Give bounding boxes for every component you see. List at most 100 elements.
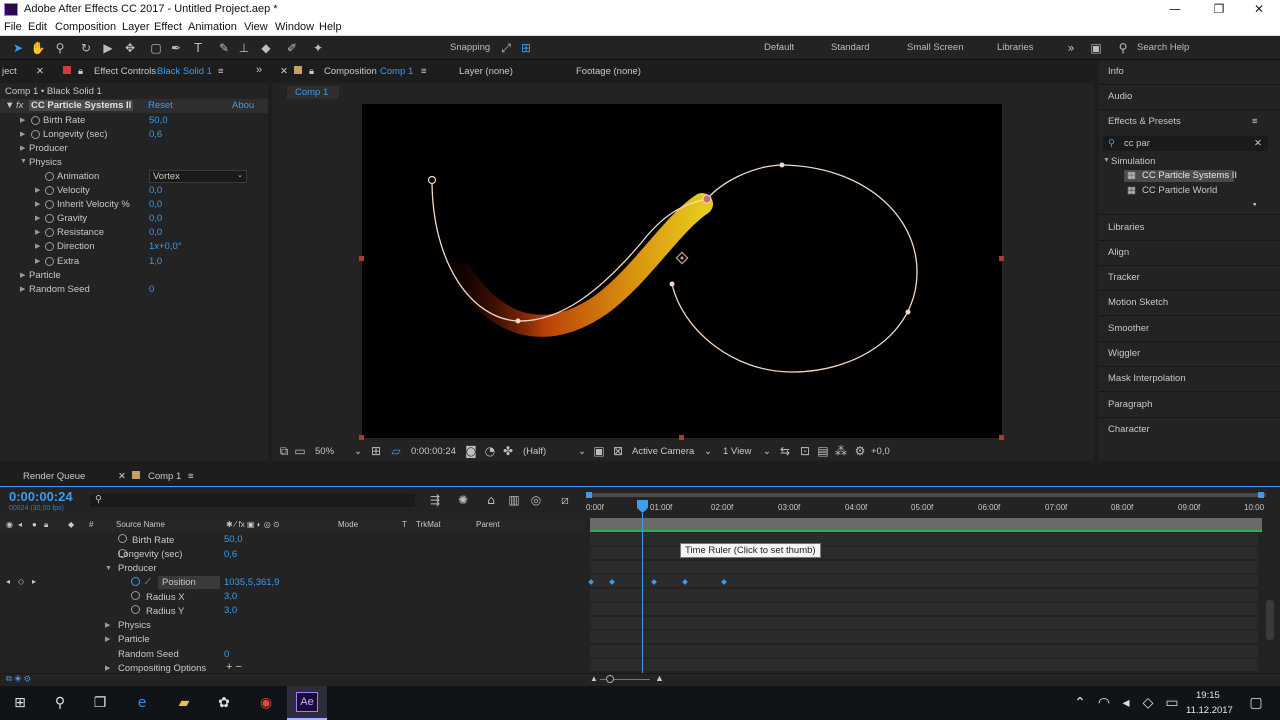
wifi-icon[interactable]: ◠	[1092, 691, 1116, 715]
expand-icon[interactable]: ▶	[20, 144, 25, 152]
stopwatch-icon[interactable]	[45, 227, 54, 237]
menu-effect[interactable]: Effect	[154, 21, 182, 33]
expand-icon[interactable]: ▶	[20, 130, 25, 138]
keyframe-handle[interactable]	[905, 309, 911, 315]
effect-controls-layer-name[interactable]: Black Solid 1	[157, 66, 212, 77]
mask-visibility-icon[interactable]: ▱	[388, 443, 404, 459]
expand-icon[interactable]: ▶	[20, 271, 25, 279]
exposure-value[interactable]: +0,0	[871, 446, 890, 457]
monitor-icon[interactable]: ▭	[292, 443, 308, 459]
tracker-panel-tab[interactable]: Tracker	[1108, 272, 1140, 283]
safe-margins-icon[interactable]: ⊞	[368, 443, 384, 459]
lock-toggle-icon[interactable]: 🔒︎	[44, 520, 48, 530]
composition-tab-label[interactable]: Composition	[324, 66, 377, 77]
effect-controls-tab-label[interactable]: Effect Controls	[94, 66, 156, 77]
layer-tab[interactable]: Layer (none)	[459, 66, 513, 77]
effects-presets-tab[interactable]: Effects & Presets	[1108, 116, 1181, 127]
stopwatch-icon[interactable]	[45, 199, 54, 209]
solo-toggle-icon[interactable]: ●	[32, 520, 37, 529]
effects-category[interactable]: Simulation	[1111, 156, 1155, 167]
panel-menu-icon[interactable]: ≡	[421, 66, 427, 77]
fx-icon[interactable]: fx	[16, 100, 23, 111]
resolution-dropdown[interactable]: (Half)	[523, 446, 546, 457]
stopwatch-active-icon[interactable]	[131, 576, 140, 586]
menu-composition[interactable]: Composition	[55, 21, 116, 33]
clone-stamp-tool-icon[interactable]: ⊥	[236, 40, 252, 56]
graph-editor-icon[interactable]: ⧄	[557, 492, 573, 508]
workspace-libraries[interactable]: Libraries	[997, 42, 1033, 53]
anchor-point-icon[interactable]	[675, 251, 689, 265]
new-folder-icon[interactable]: ▪	[1253, 199, 1256, 210]
collapse-icon[interactable]: ▼	[20, 158, 27, 165]
work-area-start-handle[interactable]	[586, 492, 592, 498]
chevron-down-icon[interactable]: ⌄	[763, 446, 771, 457]
layer-handle[interactable]	[359, 256, 364, 261]
paragraph-panel-tab[interactable]: Paragraph	[1108, 399, 1152, 410]
after-effects-taskbar-icon[interactable]: Ae	[296, 692, 318, 712]
render-queue-tab[interactable]: Render Queue	[23, 471, 85, 482]
effect-about-link[interactable]: Abou	[232, 100, 254, 111]
tl-prop-group[interactable]: Producer	[118, 563, 157, 574]
panel-menu-icon[interactable]: ≡	[218, 66, 224, 77]
transparency-grid-icon[interactable]: ⊠	[610, 443, 626, 459]
lock-icon[interactable]: 🔒︎	[309, 66, 314, 77]
menu-help[interactable]: Help	[319, 21, 342, 33]
trkmat-header[interactable]: TrkMat	[416, 520, 441, 529]
property-track[interactable]	[590, 645, 1258, 658]
expand-icon[interactable]: ▶	[20, 116, 25, 124]
work-area-end-handle[interactable]	[1258, 492, 1264, 498]
label-column-icon[interactable]: ◆	[68, 520, 74, 529]
expand-icon[interactable]: ▶	[35, 242, 40, 250]
prop-value[interactable]: 0,0	[149, 227, 162, 238]
snap-grid-icon[interactable]: ⊞	[518, 40, 534, 56]
prop-group-label[interactable]: Particle	[29, 270, 61, 281]
collapse-icon[interactable]: ▼	[105, 565, 112, 572]
expand-icon[interactable]: ▶	[105, 621, 110, 629]
motion-sketch-panel-tab[interactable]: Motion Sketch	[1108, 297, 1168, 308]
stopwatch-icon[interactable]	[45, 241, 54, 251]
property-track[interactable]	[590, 589, 1258, 602]
menu-window[interactable]: Window	[275, 21, 314, 33]
stopwatch-icon[interactable]	[31, 129, 40, 139]
frame-blending-icon[interactable]: ▥	[506, 492, 522, 508]
menu-animation[interactable]: Animation	[188, 21, 237, 33]
tl-prop-value[interactable]: 50,0	[224, 534, 243, 545]
clear-search-icon[interactable]: ✕	[1254, 138, 1262, 149]
timeline-search-input[interactable]	[90, 494, 415, 507]
tl-prop-value[interactable]: 3,0	[224, 605, 237, 616]
panel-overflow-icon[interactable]: »	[256, 64, 262, 76]
tl-prop-value[interactable]: 3,0	[224, 591, 237, 602]
lock-icon[interactable]: 🔒︎	[78, 66, 83, 77]
workspace-default[interactable]: Default	[764, 42, 794, 53]
rotate-tool-icon[interactable]: ↻	[78, 40, 94, 56]
libraries-panel-tab[interactable]: Libraries	[1108, 222, 1144, 233]
shy-layers-icon[interactable]: ⌂	[483, 492, 499, 508]
close-tab-icon[interactable]: ✕	[36, 66, 44, 77]
brush-tool-icon[interactable]: ✎	[216, 40, 232, 56]
chevron-down-icon[interactable]: ⌄	[704, 446, 712, 457]
tl-prop-value[interactable]: 0,6	[224, 549, 237, 560]
minimize-button[interactable]: —	[1160, 2, 1190, 18]
clock-date[interactable]: 11.12.2017	[1186, 705, 1233, 716]
expand-icon[interactable]: ▶	[35, 228, 40, 236]
stopwatch-icon[interactable]	[45, 213, 54, 223]
zoom-slider-thumb[interactable]	[606, 675, 614, 683]
graph-icon[interactable]: ⟋	[145, 577, 151, 587]
hand-tool-icon[interactable]: ✋	[30, 40, 46, 56]
menu-view[interactable]: View	[244, 21, 268, 33]
type-tool-icon[interactable]: T	[190, 40, 206, 56]
motion-blur-icon[interactable]: ◎	[528, 492, 544, 508]
tl-prop-label[interactable]: Position	[162, 577, 196, 588]
snapshot-icon[interactable]: ◙	[463, 443, 479, 459]
tl-prop-value[interactable]: 0	[224, 649, 229, 660]
wiggler-panel-tab[interactable]: Wiggler	[1108, 348, 1140, 359]
stopwatch-icon[interactable]	[45, 185, 54, 195]
layer-handle[interactable]	[999, 256, 1004, 261]
more-workspaces-icon[interactable]: »	[1063, 40, 1079, 56]
info-panel-tab[interactable]: Info	[1108, 66, 1124, 77]
pen-tool-icon[interactable]: ✒	[168, 40, 184, 56]
audio-toggle-icon[interactable]: ◂	[18, 520, 22, 529]
eraser-tool-icon[interactable]: ◆	[258, 40, 274, 56]
workspace-standard[interactable]: Standard	[831, 42, 870, 53]
effect-expand-icon[interactable]: ▼	[5, 100, 14, 111]
